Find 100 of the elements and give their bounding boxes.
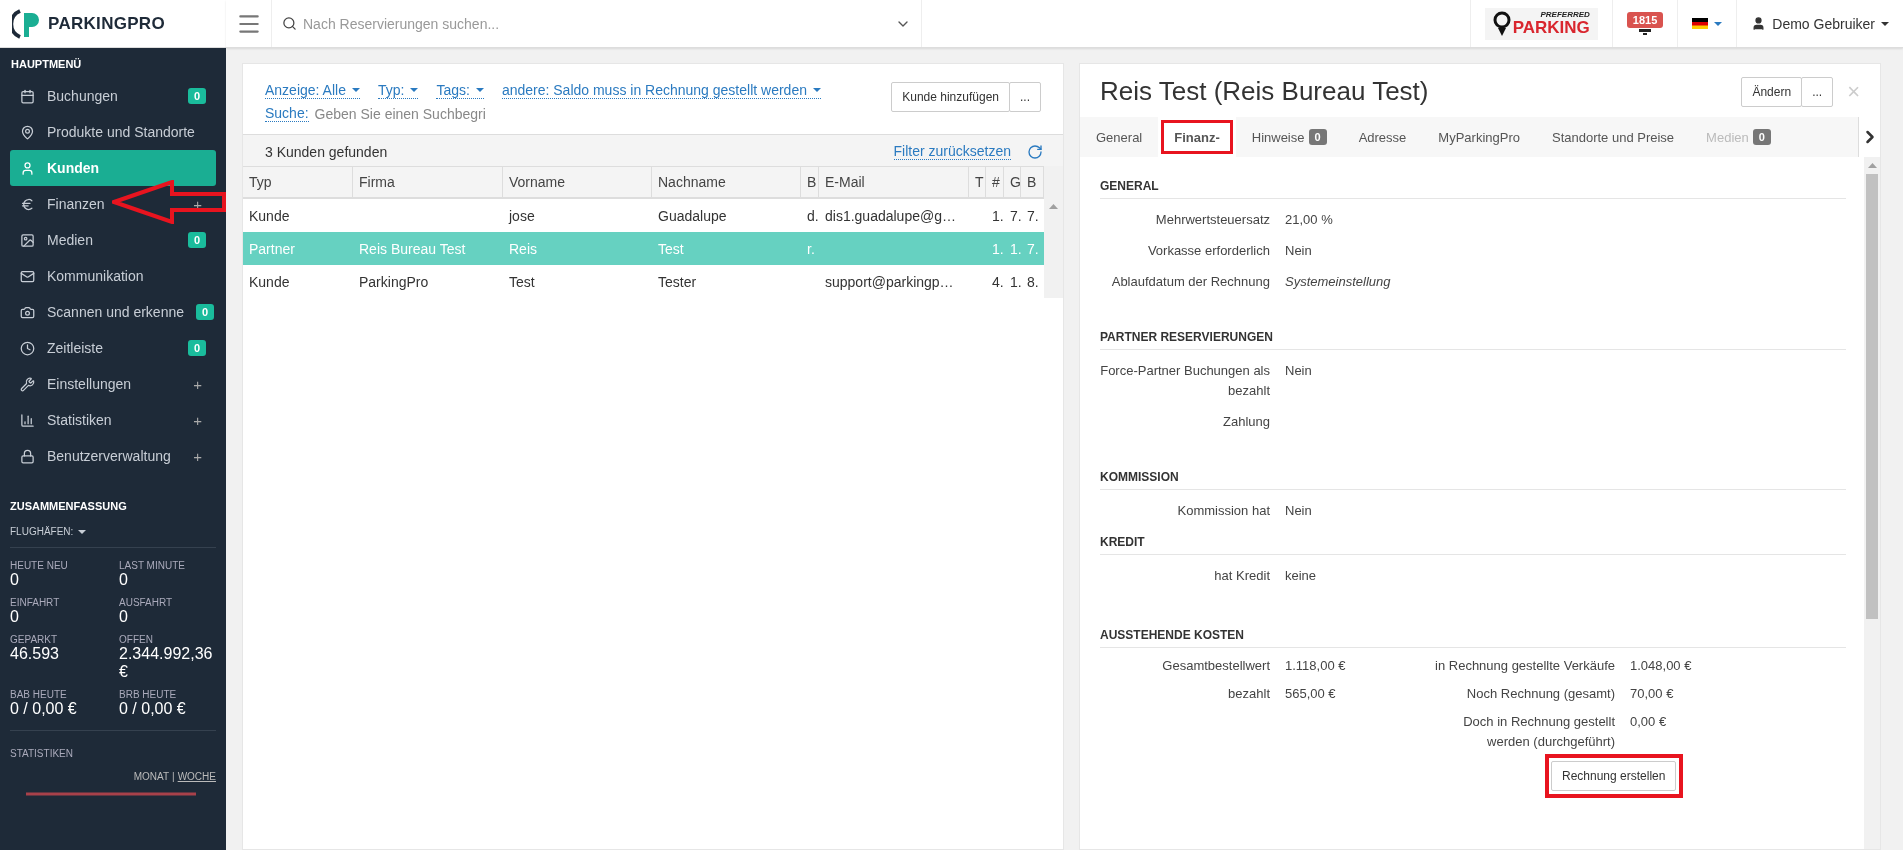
column-header[interactable]: # [986, 166, 1004, 199]
expand-icon[interactable]: + [193, 375, 206, 393]
sidebar-item[interactable]: Zeitleiste 0 [10, 330, 216, 366]
field-value: 0,00 € [1630, 713, 1668, 731]
column-header[interactable]: Firma [353, 166, 503, 199]
column-header[interactable]: Typ [243, 166, 353, 199]
filter-dropdown[interactable]: Anzeige: Alle [265, 82, 360, 99]
field-value: Nein [1285, 242, 1313, 260]
menu-item-icon [20, 196, 35, 212]
sidebar-item[interactable]: Benutzerverwaltung + [10, 438, 216, 474]
stat-value: 46.593 [10, 645, 60, 663]
table-cell-text: 1. [991, 207, 1004, 224]
stat-value: 0 / 0,00 € [119, 700, 187, 718]
search-label: Suche: [265, 105, 309, 122]
table-cell-text: 1. [991, 240, 1004, 257]
scroll-up-icon[interactable] [1867, 163, 1877, 168]
tab[interactable]: Standorte und Preise [1535, 117, 1691, 157]
sidebar-item[interactable]: Kommunikation [10, 258, 216, 294]
expand-icon[interactable]: + [193, 447, 206, 465]
menu-item-icon [20, 88, 35, 104]
more-button[interactable]: ... [1801, 76, 1834, 107]
menu-heading: HAUPTMENÜ [11, 58, 83, 70]
column-header[interactable]: B [801, 166, 819, 199]
period-link[interactable]: WOCHE [177, 771, 216, 782]
field-label: Kommission hat [1176, 502, 1270, 520]
table-cell-text: r. [806, 240, 816, 257]
search-field[interactable]: Geben Sie einen Suchbegri [314, 105, 486, 122]
column-header[interactable]: Vorname [503, 166, 652, 199]
section-heading: GENERAL [1100, 167, 1846, 199]
create-invoice-button[interactable]: Rechnung erstellen [1551, 761, 1677, 791]
summary-heading: ZUSAMMENFASSUNG [10, 500, 128, 512]
stat-label: OFFEN [119, 634, 154, 645]
sidebar-item[interactable]: Buchungen 0 [10, 78, 216, 114]
sidebar-item[interactable]: Scannen und erkenne 0 [10, 294, 216, 330]
sidebar-item[interactable]: Produkte und Standorte [10, 114, 216, 150]
table-cell-text: Kunde [248, 207, 291, 224]
edit-button[interactable]: Ändern [1741, 76, 1803, 107]
user-menu[interactable]: Demo Gebruiker [1736, 0, 1903, 47]
scrollbar-thumb[interactable] [1866, 174, 1878, 619]
filter-dropdown[interactable]: andere: Saldo muss in Rechnung gestellt werden [501, 82, 821, 99]
map-pin-icon [1492, 10, 1511, 37]
tab[interactable]: Adresse [1342, 117, 1423, 157]
table-cell-text: 8. [1026, 273, 1040, 290]
stat-value: 0 / 0,00 € [10, 700, 78, 718]
sidebar-item[interactable]: Medien 0 [10, 222, 216, 258]
column-header[interactable]: T [969, 166, 986, 199]
flag-icon [1692, 18, 1709, 29]
tab[interactable]: General [1080, 117, 1159, 157]
stat-label: BAB HEUTE [10, 689, 68, 700]
table-cell-text: Kunde [248, 273, 291, 290]
caret-icon [410, 88, 419, 92]
stat-value: 0 [10, 608, 20, 626]
search-icon [282, 16, 297, 31]
stat-value: 0 [119, 571, 129, 589]
caret-icon [351, 88, 360, 92]
notification-count[interactable]: 1815 [1626, 12, 1664, 28]
stat-value: 0 [119, 608, 129, 626]
column-header[interactable]: G [1004, 166, 1021, 199]
caret-icon [812, 88, 821, 92]
stat-value: 0 [10, 571, 20, 589]
period-link[interactable]: MONAT [133, 771, 170, 782]
field-label: hat Kredit [1213, 567, 1270, 585]
table-cell-text: Tester [657, 273, 698, 290]
tab[interactable]: Finanz- [1158, 117, 1236, 157]
stat-label: EINFAHRT [10, 597, 61, 608]
table-cell-text: 7. [1026, 207, 1040, 224]
caret-icon [1881, 21, 1889, 26]
refresh-icon[interactable] [1027, 143, 1043, 160]
field-value: 70,00 € [1630, 685, 1675, 703]
table-cell-text: Guadalupe [657, 207, 728, 224]
column-header[interactable]: B [1021, 166, 1044, 199]
table-cell-text: dis1.guadalupe@g… [824, 207, 957, 224]
more-button[interactable]: ... [1009, 82, 1041, 112]
airport-filter[interactable]: FLUGHÄFEN: [10, 526, 216, 537]
column-header[interactable]: Nachname [652, 166, 801, 199]
sidebar-item[interactable]: Statistiken + [10, 402, 216, 438]
sidebar-item[interactable]: Einstellungen + [10, 366, 216, 402]
scroll-up-icon[interactable] [1049, 204, 1058, 209]
caret-icon [78, 529, 87, 534]
menu-item-icon [20, 232, 35, 248]
bell-icon[interactable] [1638, 29, 1653, 35]
table-cell-text: support@parkingp… [824, 273, 955, 290]
reset-filter-link[interactable]: Filter zurücksetzen [893, 143, 1011, 160]
add-customer-button[interactable]: Kunde hinzufügen [891, 82, 1010, 112]
tab[interactable]: Hinweise 0 [1235, 117, 1343, 157]
stat-label: LAST MINUTE [119, 560, 186, 571]
caret-icon [1714, 21, 1723, 26]
caret-icon [475, 88, 484, 92]
expand-icon[interactable]: + [193, 411, 206, 429]
table-cell-text: ParkingPro [358, 273, 430, 290]
column-header[interactable]: E-Mail [819, 166, 969, 199]
statistics-heading: STATISTIKEN [10, 748, 73, 759]
menu-item-icon [20, 304, 35, 320]
count-badge: 0 [187, 88, 206, 104]
count-badge: 0 [1752, 129, 1771, 145]
filter-dropdown[interactable]: Typ: [377, 82, 419, 99]
section-heading: KOMMISSION [1100, 458, 1846, 490]
tab[interactable]: MyParkingPro [1422, 117, 1536, 157]
section-heading: PARTNER RESERVIERUNGEN [1100, 318, 1846, 350]
filter-dropdown[interactable]: Tags: [436, 82, 484, 99]
